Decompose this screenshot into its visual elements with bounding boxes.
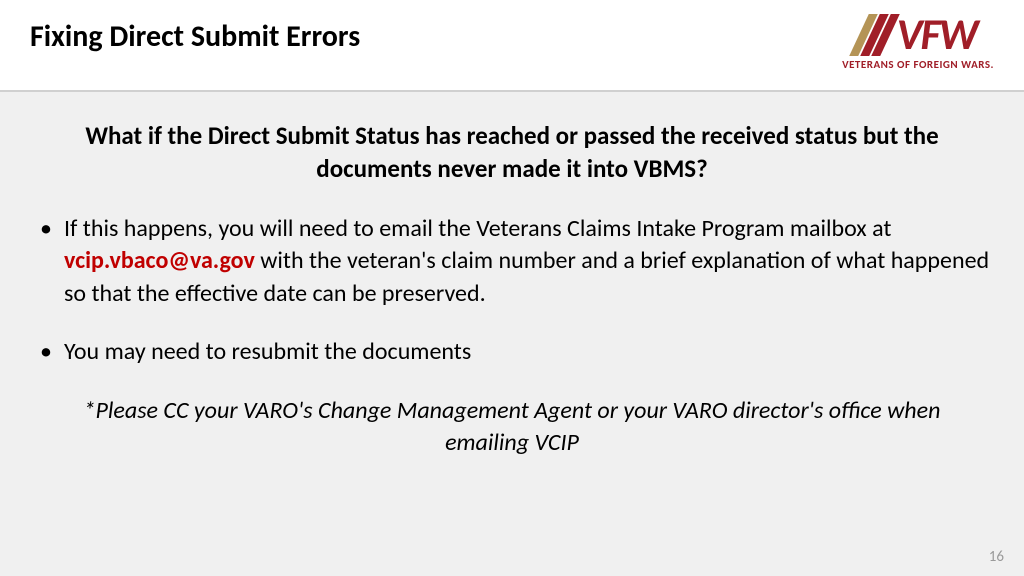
page-number: 16 xyxy=(989,548,1004,566)
slide-content: What if the Direct Submit Status has rea… xyxy=(0,92,1024,459)
slide-header: Fixing Direct Submit Errors VFW VETERANS… xyxy=(0,0,1024,92)
bullet-list: If this happens, you will need to email … xyxy=(32,213,992,369)
cc-note: *Please CC your VARO's Change Management… xyxy=(32,395,992,460)
logo-tagline: VETERANS OF FOREIGN WARS. xyxy=(842,58,994,71)
list-item: You may need to resubmit the documents xyxy=(40,336,992,368)
logo-text: VFW xyxy=(896,15,976,55)
list-item: If this happens, you will need to email … xyxy=(40,213,992,310)
question-heading: What if the Direct Submit Status has rea… xyxy=(32,120,992,185)
logo-row: VFW xyxy=(859,14,976,56)
bullet-text-before: If this happens, you will need to email … xyxy=(64,214,891,243)
slide-title: Fixing Direct Submit Errors xyxy=(30,18,360,55)
logo-stripes-icon xyxy=(850,14,901,56)
vfw-logo: VFW VETERANS OF FOREIGN WARS. xyxy=(842,14,994,71)
email-address: vcip.vbaco@va.gov xyxy=(64,246,255,275)
